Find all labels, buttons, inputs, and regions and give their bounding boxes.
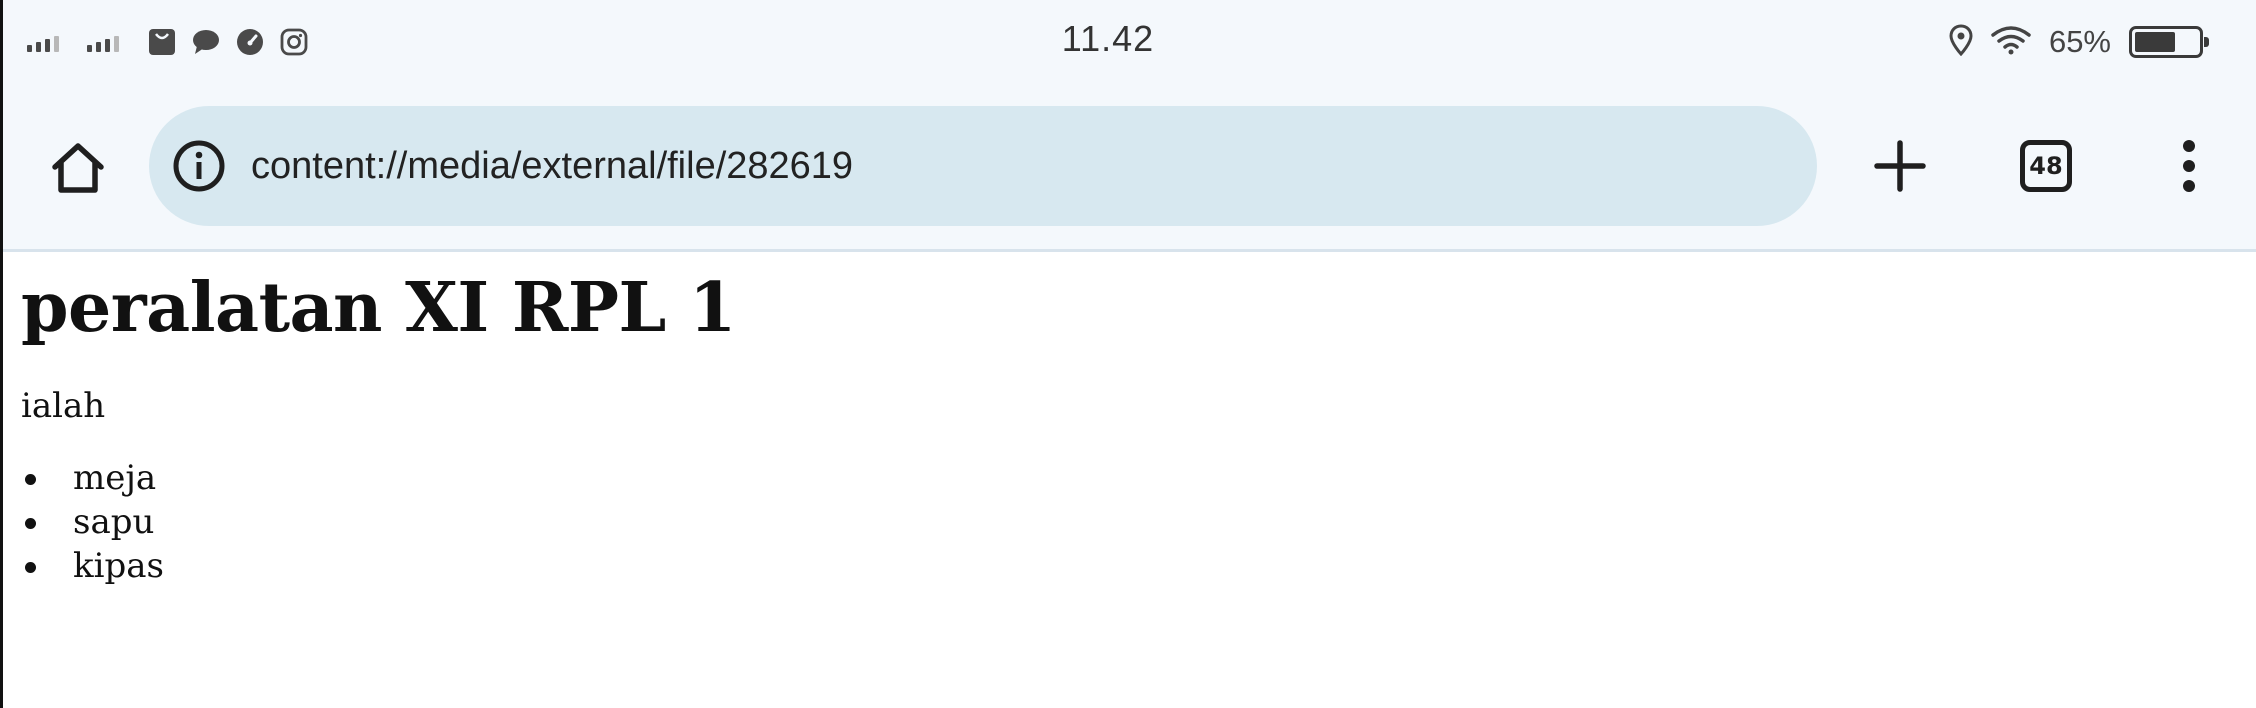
address-bar[interactable]: content://media/external/file/282619 [149,106,1817,226]
new-tab-button[interactable] [1865,131,1935,201]
plus-icon [1874,140,1926,192]
battery-percentage: 65% [2048,24,2111,59]
battery-icon [2129,26,2209,58]
home-button[interactable] [43,133,113,203]
phone-screen: 11.42 65% content://media/external/file/… [0,0,2256,708]
page-content: peralatan XI RPL 1 ialah meja sapu kipas [21,252,2221,588]
more-vert-icon[interactable] [2171,126,2207,206]
list-item: kipas [21,544,2221,588]
location-icon [1949,23,1973,61]
battery-level [2135,32,2176,52]
system-status-area: 65% [1949,20,2209,64]
item-list: meja sapu kipas [21,456,2221,588]
info-icon [173,140,225,192]
tab-switcher-button[interactable]: 48 [2020,140,2072,192]
wifi-icon [1991,25,2031,60]
home-icon [52,143,104,193]
page-title: peralatan XI RPL 1 [21,268,736,348]
tab-count: 48 [2029,152,2063,180]
list-item: meja [21,456,2221,500]
site-info-button[interactable] [169,136,229,196]
list-item: sapu [21,500,2221,544]
page-paragraph: ialah [21,386,106,426]
status-bar: 11.42 65% [3,0,2256,86]
browser-toolbar: content://media/external/file/282619 48 [3,86,2256,252]
clock: 11.42 [1061,18,1155,59]
url-text[interactable]: content://media/external/file/282619 [251,145,853,188]
